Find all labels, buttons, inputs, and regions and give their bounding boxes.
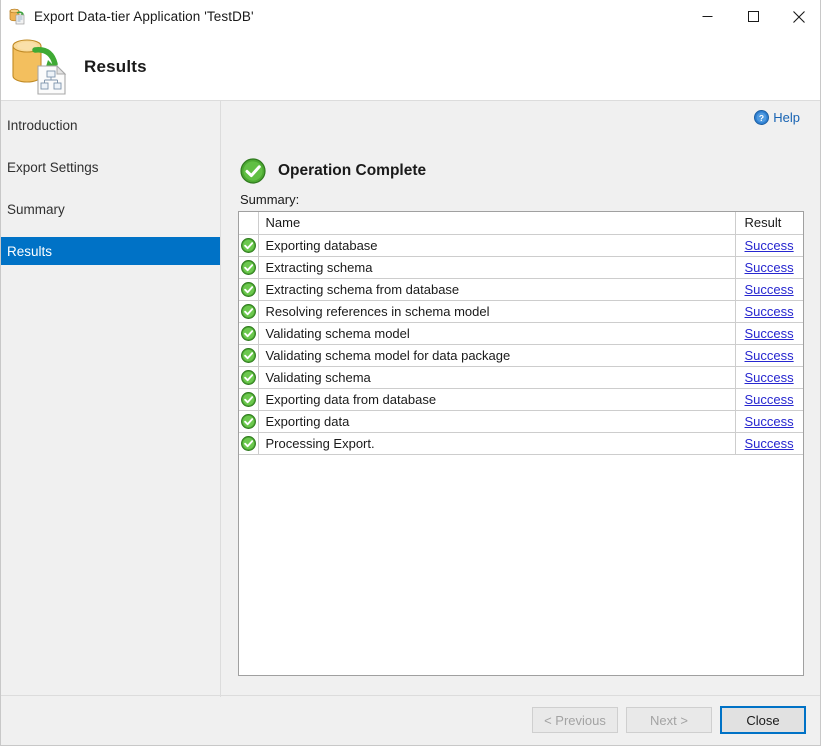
row-name: Extracting schema	[258, 256, 736, 279]
operation-status-title: Operation Complete	[278, 162, 427, 179]
row-result: Success	[735, 366, 803, 389]
row-result: Success	[735, 278, 803, 301]
result-link[interactable]: Success	[745, 392, 794, 407]
database-export-icon	[9, 8, 26, 25]
row-status-icon	[239, 234, 259, 257]
wizard-footer: < Previous Next > Close	[1, 697, 820, 745]
row-result: Success	[735, 300, 803, 323]
wizard-sidebar: Introduction Export Settings Summary Res…	[1, 101, 220, 745]
sidebar-item-label: Introduction	[7, 117, 78, 133]
title-bar: Export Data-tier Application 'TestDB'	[1, 0, 820, 33]
result-link[interactable]: Success	[745, 282, 794, 297]
next-button[interactable]: Next >	[626, 707, 712, 733]
help-circle-icon: ?	[754, 110, 770, 125]
row-result: Success	[735, 256, 803, 279]
sidebar-item-summary[interactable]: Summary	[1, 195, 220, 223]
page-header: Results	[1, 33, 820, 100]
table-row: Exporting database Success	[239, 234, 803, 257]
content-panel: ? Help Operation Complete Summary: Name …	[221, 101, 820, 695]
row-result: Success	[735, 432, 803, 455]
window-title: Export Data-tier Application 'TestDB'	[34, 9, 254, 24]
table-row: Resolving references in schema model Succ…	[239, 300, 803, 323]
svg-text:?: ?	[759, 113, 764, 123]
window-controls	[684, 0, 820, 33]
result-link[interactable]: Success	[745, 326, 794, 341]
row-result: Success	[735, 322, 803, 345]
sidebar-item-label: Results	[7, 243, 53, 259]
row-name: Validating schema model	[258, 322, 736, 345]
results-table-body: Exporting database Success Extracting sche…	[239, 234, 803, 455]
row-name: Resolving references in schema model	[258, 300, 736, 323]
result-link[interactable]: Success	[745, 414, 794, 429]
table-row: Extracting schema Success	[239, 256, 803, 279]
table-header-icon	[239, 212, 259, 235]
table-header-name: Name	[258, 212, 736, 235]
row-name: Exporting database	[258, 234, 736, 257]
sidebar-item-export-settings[interactable]: Export Settings	[1, 153, 220, 181]
sidebar-item-introduction[interactable]: Introduction	[1, 111, 220, 139]
maximize-icon[interactable]	[730, 0, 776, 33]
minimize-icon[interactable]	[684, 0, 730, 33]
result-link[interactable]: Success	[745, 304, 794, 319]
operation-status: Operation Complete	[240, 158, 426, 184]
export-data-tier-application-dialog: Export Data-tier Application 'TestDB' Re…	[0, 0, 821, 746]
footer-divider	[1, 695, 820, 696]
table-row: Extracting schema from database Success	[239, 278, 803, 301]
success-check-icon	[240, 158, 266, 184]
table-row: Exporting data Success	[239, 410, 803, 433]
row-status-icon	[239, 432, 259, 455]
row-status-icon	[239, 388, 259, 411]
result-link[interactable]: Success	[745, 436, 794, 451]
row-status-icon	[239, 300, 259, 323]
row-result: Success	[735, 234, 803, 257]
help-link[interactable]: ? Help	[754, 110, 800, 125]
help-label: Help	[773, 110, 800, 125]
result-link[interactable]: Success	[745, 260, 794, 275]
row-status-icon	[239, 322, 259, 345]
summary-label: Summary:	[240, 192, 300, 207]
table-row: Validating schema Success	[239, 366, 803, 389]
row-result: Success	[735, 410, 803, 433]
database-to-schema-file-icon	[9, 38, 71, 96]
row-status-icon	[239, 344, 259, 367]
page-title: Results	[84, 56, 147, 76]
table-row: Exporting data from database Success	[239, 388, 803, 411]
row-status-icon	[239, 278, 259, 301]
results-table: Name Result Exporting database Success Ext…	[239, 212, 803, 455]
sidebar-item-label: Summary	[7, 201, 65, 217]
result-link[interactable]: Success	[745, 348, 794, 363]
row-status-icon	[239, 256, 259, 279]
results-table-container: Name Result Exporting database Success Ext…	[238, 211, 804, 676]
row-status-icon	[239, 366, 259, 389]
table-header-result: Result	[735, 212, 803, 235]
table-row: Validating schema model for data package…	[239, 344, 803, 367]
row-name: Extracting schema from database	[258, 278, 736, 301]
close-button[interactable]: Close	[720, 706, 806, 734]
previous-button[interactable]: < Previous	[532, 707, 618, 733]
table-row: Validating schema model Success	[239, 322, 803, 345]
sidebar-item-label: Export Settings	[7, 159, 99, 175]
row-name: Validating schema model for data package	[258, 344, 736, 367]
row-result: Success	[735, 344, 803, 367]
table-header-row: Name Result	[239, 212, 803, 235]
row-name: Exporting data	[258, 410, 736, 433]
row-name: Exporting data from database	[258, 388, 736, 411]
result-link[interactable]: Success	[745, 238, 794, 253]
row-name: Processing Export.	[258, 432, 736, 455]
result-link[interactable]: Success	[745, 370, 794, 385]
table-row: Processing Export. Success	[239, 432, 803, 455]
sidebar-item-results[interactable]: Results	[1, 237, 220, 265]
row-result: Success	[735, 388, 803, 411]
row-name: Validating schema	[258, 366, 736, 389]
row-status-icon	[239, 410, 259, 433]
close-icon[interactable]	[776, 0, 820, 33]
